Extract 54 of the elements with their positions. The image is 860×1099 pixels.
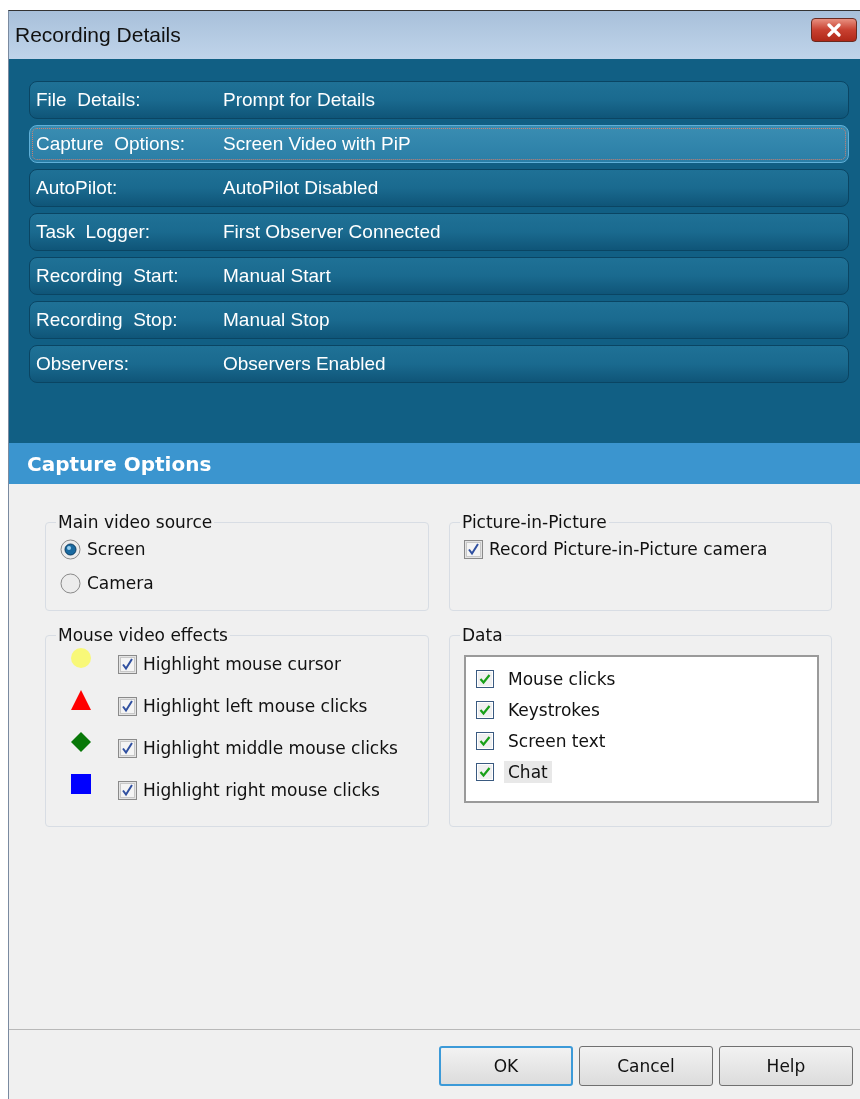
summary-row[interactable]: Task Logger: First Observer Connected — [29, 213, 849, 251]
dialog-button[interactable]: Help — [719, 1046, 853, 1086]
row-value: Manual Stop — [223, 309, 330, 331]
row-label: Observers: — [36, 353, 130, 375]
summary-row[interactable]: Recording Start: Manual Start — [29, 257, 849, 295]
row-value: Prompt for Details — [223, 89, 376, 111]
radio-button[interactable] — [60, 572, 81, 594]
option-label: Screen — [87, 539, 146, 559]
list-item[interactable]: Screen text — [504, 729, 610, 752]
section-header: Capture Options — [9, 443, 860, 484]
checkbox[interactable] — [476, 669, 494, 688]
summary-row[interactable]: AutoPilot: AutoPilot Disabled — [29, 169, 849, 207]
group-title: Mouse video effects — [57, 625, 229, 645]
dialog-button[interactable]: OK — [439, 1046, 573, 1086]
checkbox-label: Highlight right mouse clicks — [143, 780, 380, 800]
list-item[interactable]: Chat — [504, 760, 552, 783]
row-label: Task Logger: — [36, 221, 152, 243]
row-value: First Observer Connected — [223, 221, 441, 243]
row-label: File Details: — [36, 89, 142, 111]
checkbox[interactable] — [464, 539, 483, 559]
close-button[interactable] — [811, 18, 857, 42]
group-title: Picture-in-Picture — [461, 512, 608, 532]
window-title: Recording Details — [15, 23, 181, 47]
row-label: Recording Start: — [36, 265, 180, 287]
checkbox-label: Record Picture-in-Picture camera — [489, 539, 768, 559]
close-icon — [827, 23, 841, 37]
checkbox[interactable] — [476, 700, 494, 719]
summary-row[interactable]: Recording Stop: Manual Stop — [29, 301, 849, 339]
checkbox[interactable] — [118, 738, 137, 758]
radio-button[interactable] — [60, 538, 81, 560]
group-title: Data — [461, 625, 504, 645]
checkbox[interactable] — [118, 654, 137, 674]
summary-row[interactable]: Capture Options: Screen Video with PiP — [29, 125, 849, 163]
checkbox[interactable] — [476, 762, 494, 781]
option-label: Camera — [87, 573, 154, 593]
row-label: Capture Options: — [36, 133, 186, 155]
checkbox-label: Highlight left mouse clicks — [143, 696, 368, 716]
checkbox-label: Highlight mouse cursor — [143, 654, 341, 674]
list-item[interactable]: Keystrokes — [504, 698, 604, 721]
dialog-button[interactable]: Cancel — [579, 1046, 713, 1086]
list-item[interactable]: Mouse clicks — [504, 667, 620, 690]
checkbox[interactable] — [118, 696, 137, 716]
group-title: Main video source — [57, 512, 214, 532]
row-value: Manual Start — [223, 265, 331, 287]
checkbox-label: Highlight middle mouse clicks — [143, 738, 398, 758]
summary-row[interactable]: Observers: Observers Enabled — [29, 345, 849, 383]
checkbox[interactable] — [118, 780, 137, 800]
row-label: AutoPilot: — [36, 177, 119, 199]
row-value: Observers Enabled — [223, 353, 386, 375]
row-value: Screen Video with PiP — [223, 133, 411, 155]
checkbox[interactable] — [476, 731, 494, 750]
row-label: Recording Stop: — [36, 309, 179, 331]
row-value: AutoPilot Disabled — [223, 177, 379, 199]
summary-row[interactable]: File Details: Prompt for Details — [29, 81, 849, 119]
